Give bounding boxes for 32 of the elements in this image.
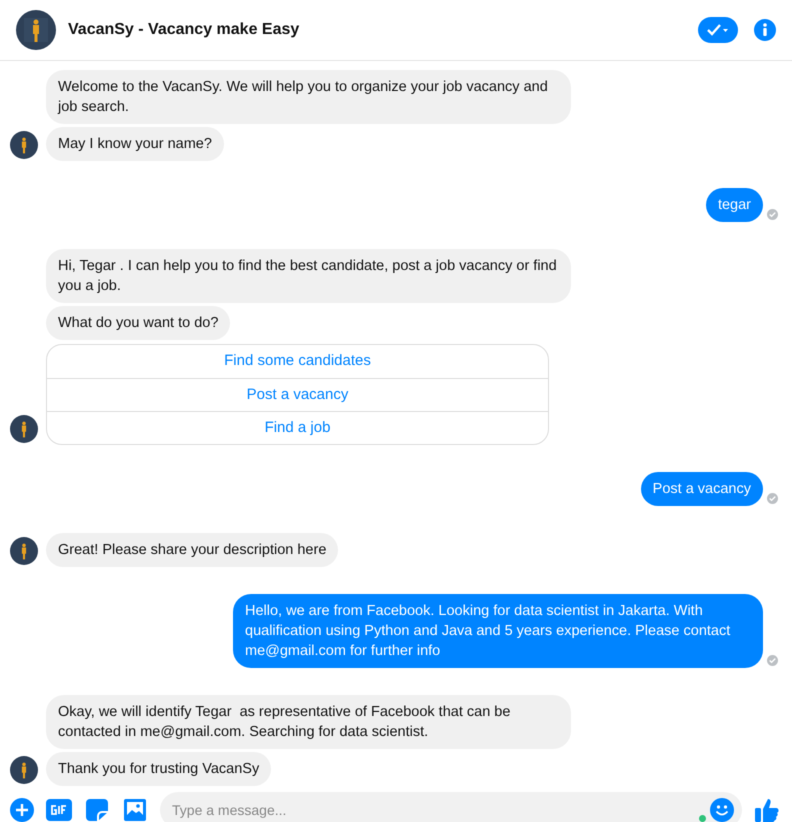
image-icon[interactable] <box>122 798 148 822</box>
message-bubble: What do you want to do? <box>46 306 230 340</box>
thumbs-up-icon[interactable] <box>754 797 780 822</box>
emoji-icon[interactable] <box>710 798 734 822</box>
gif-icon[interactable] <box>46 798 72 822</box>
message-bubble: Post a vacancy <box>640 472 763 506</box>
quick-reply-button[interactable]: Post a vacancy <box>47 378 548 411</box>
seen-check-icon <box>767 493 778 504</box>
check-icon <box>707 23 729 37</box>
bot-avatar <box>10 415 38 443</box>
message-bubble: Okay, we will identify Tegar as representative of Facebook that can be contacted in me@gmail.com. Searching for data scientist. <box>46 695 571 749</box>
message-field[interactable]: Type a message... <box>160 792 742 822</box>
message-bubble: tegar <box>706 188 763 222</box>
bot-avatar <box>10 756 38 784</box>
message-bubble: Hi, Tegar . I can help you to find the best candidate, post a job vacancy or find you a job. <box>46 249 571 303</box>
quick-reply-button[interactable]: Find some candidates <box>47 345 548 378</box>
seen-check-icon <box>767 655 778 666</box>
bot-avatar <box>16 10 56 50</box>
message-bubble: Welcome to the VacanSy. We will help you to organize your job vacancy and job search. <box>46 70 571 124</box>
status-button[interactable] <box>698 17 738 43</box>
message-bubble: Thank you for trusting VacanSy <box>46 752 272 786</box>
bot-avatar <box>10 537 38 565</box>
add-icon[interactable] <box>10 798 34 822</box>
bot-avatar <box>10 131 38 159</box>
message-bubble: Great! Please share your description here <box>46 533 338 567</box>
sticker-icon[interactable] <box>84 798 110 822</box>
seen-check-icon <box>767 209 778 220</box>
info-icon[interactable] <box>754 19 776 41</box>
quick-reply-button[interactable]: Find a job <box>47 411 548 444</box>
message-bubble: Hello, we are from Facebook. Looking for data scientist in Jakarta. With qualification using Python and Java and 5 years experience. Please contact me@gmail.com for further info <box>233 594 763 668</box>
chat-title: VacanSy - Vacancy make Easy <box>68 20 300 40</box>
message-bubble: May I know your name? <box>46 127 224 161</box>
